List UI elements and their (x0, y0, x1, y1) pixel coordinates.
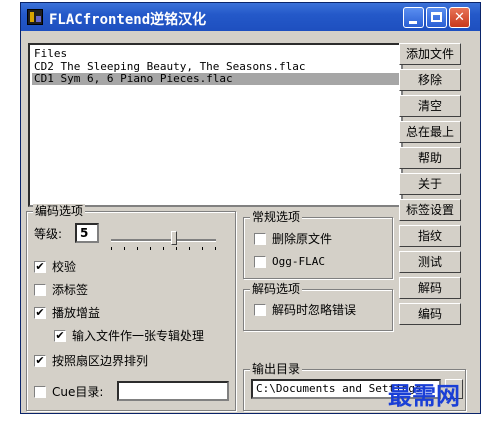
slider-tick (150, 247, 151, 250)
sector-align-label[interactable]: 按照扇区边界排列 (52, 354, 148, 368)
ignore-errors-label[interactable]: 解码时忽略错误 (272, 303, 356, 317)
add-file-button[interactable]: 添加文件 (399, 43, 461, 65)
close-button[interactable]: ✕ (449, 7, 470, 28)
verify-checkbox[interactable]: ✔ (34, 261, 46, 273)
replay-gain-label[interactable]: 播放增益 (52, 306, 100, 320)
slider-tick (163, 247, 164, 250)
ogg-flac-label[interactable]: Ogg-FLAC (272, 255, 325, 269)
slider-tick (124, 247, 125, 250)
general-options-group (243, 217, 393, 279)
about-button[interactable]: 关于 (399, 173, 461, 195)
check-mark-icon: ✔ (35, 306, 45, 319)
title-bar[interactable]: FLACfrontend逆铭汉化 ✕ (21, 3, 480, 31)
always-on-top-button[interactable]: 总在最上 (399, 121, 461, 143)
check-mark-icon: ✔ (55, 329, 65, 342)
tag-settings-button[interactable]: 标签设置 (399, 199, 461, 221)
ogg-flac-checkbox[interactable] (254, 256, 266, 268)
check-mark-icon: ✔ (35, 354, 45, 367)
add-tag-checkbox[interactable] (34, 284, 46, 296)
close-icon: ✕ (454, 10, 465, 25)
file-list[interactable]: Files CD2 The Sleeping Beauty, The Seaso… (28, 43, 403, 207)
remove-button[interactable]: 移除 (399, 69, 461, 91)
help-button[interactable]: 帮助 (399, 147, 461, 169)
clear-button[interactable]: 清空 (399, 95, 461, 117)
maximize-button[interactable] (426, 7, 447, 28)
file-list-header: Files (34, 47, 68, 60)
encode-button[interactable]: 编码 (399, 303, 461, 325)
watermark-logo: 最需网 (388, 381, 460, 410)
check-mark-icon: ✔ (35, 260, 45, 273)
verify-label[interactable]: 校验 (52, 260, 76, 274)
album-mode-checkbox[interactable]: ✔ (54, 330, 66, 342)
sector-align-checkbox[interactable]: ✔ (34, 355, 46, 367)
slider-tick (137, 247, 138, 250)
level-label: 等级: (34, 227, 63, 241)
encode-options-label: 编码选项 (33, 204, 86, 218)
file-list-item-selected[interactable]: CD1 Sym 6, 6 Piano Pieces.flac (32, 73, 401, 85)
general-options-label: 常规选项 (250, 210, 303, 224)
level-slider-ticks (111, 247, 216, 251)
maximize-icon (431, 12, 442, 22)
slider-tick (189, 247, 190, 250)
slider-tick (176, 247, 177, 250)
ignore-errors-checkbox[interactable] (254, 304, 266, 316)
replay-gain-checkbox[interactable]: ✔ (34, 307, 46, 319)
app-icon (27, 9, 43, 25)
album-mode-label[interactable]: 输入文件作一张专辑处理 (72, 329, 204, 343)
level-slider-track[interactable] (111, 239, 216, 242)
cue-checkbox[interactable] (34, 386, 46, 398)
slider-tick (202, 247, 203, 250)
level-slider-thumb[interactable] (171, 231, 177, 245)
output-dir-label: 输出目录 (250, 362, 303, 376)
delete-original-checkbox[interactable] (254, 233, 266, 245)
add-tag-label[interactable]: 添标签 (52, 283, 88, 297)
minimize-icon (409, 21, 417, 24)
decode-options-label: 解码选项 (250, 282, 303, 296)
fingerprint-button[interactable]: 指纹 (399, 225, 461, 247)
main-window: FLACfrontend逆铭汉化 ✕ Files CD2 The Sleepin… (20, 2, 481, 414)
cue-path-field[interactable] (117, 381, 229, 401)
slider-tick (111, 247, 112, 250)
slider-tick (215, 247, 216, 250)
level-value-field[interactable]: 5 (75, 223, 99, 243)
delete-original-label[interactable]: 删除原文件 (272, 232, 332, 246)
decode-button[interactable]: 解码 (399, 277, 461, 299)
minimize-button[interactable] (403, 7, 424, 28)
window-title: FLACfrontend逆铭汉化 (49, 12, 207, 28)
cue-label[interactable]: Cue目录: (52, 385, 103, 399)
file-list-item[interactable]: CD2 The Sleeping Beauty, The Seasons.fla… (32, 61, 401, 73)
test-button[interactable]: 测试 (399, 251, 461, 273)
